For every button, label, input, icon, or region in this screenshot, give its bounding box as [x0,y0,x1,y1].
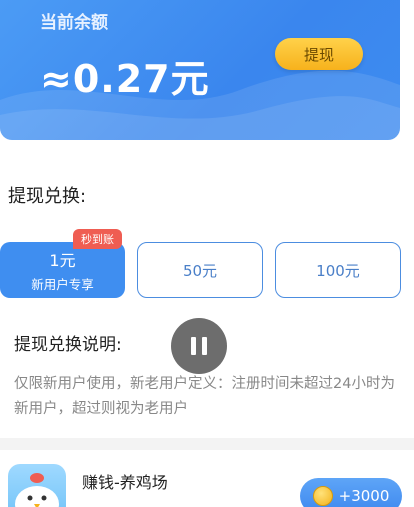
option-amount: 100元 [316,261,360,280]
task-title: 赚钱-养鸡场 [82,473,168,492]
coin-icon [312,486,333,506]
reward-amount: +3000 [338,487,390,505]
pause-icon[interactable] [171,318,227,374]
option-1-yuan[interactable]: 1元 新用户专享 [0,242,125,298]
instant-badge: 秒到账 [73,229,122,249]
exchange-title: 提现兑换: [8,186,87,207]
chicken-icon [8,464,66,507]
pause-bar [191,337,196,355]
balance-amount: ≈0.27元 [40,57,210,101]
option-subtitle: 新用户专享 [31,277,94,292]
explanation-text: 仅限新用户使用，新老用户定义：注册时间未超过24小时为新用户，超过则视为老用户 [14,376,395,417]
option-amount: 1元 [49,251,76,270]
balance-card: 当前余额 ≈0.27元 提现 [0,0,400,140]
option-100-yuan[interactable]: 100元 [275,242,401,298]
withdraw-page: 当前余额 ≈0.27元 提现 提现兑换: 1元 新用户专享 秒到账 50元 10… [0,0,414,507]
explanation-title: 提现兑换说明: [14,335,122,355]
withdraw-button[interactable]: 提现 [275,38,363,70]
option-50-yuan[interactable]: 50元 [137,242,263,298]
reward-button[interactable]: +3000 [300,478,402,507]
pause-bar [202,337,207,355]
option-amount: 50元 [182,261,218,280]
section-divider [0,438,414,450]
balance-label: 当前余额 [40,13,108,33]
